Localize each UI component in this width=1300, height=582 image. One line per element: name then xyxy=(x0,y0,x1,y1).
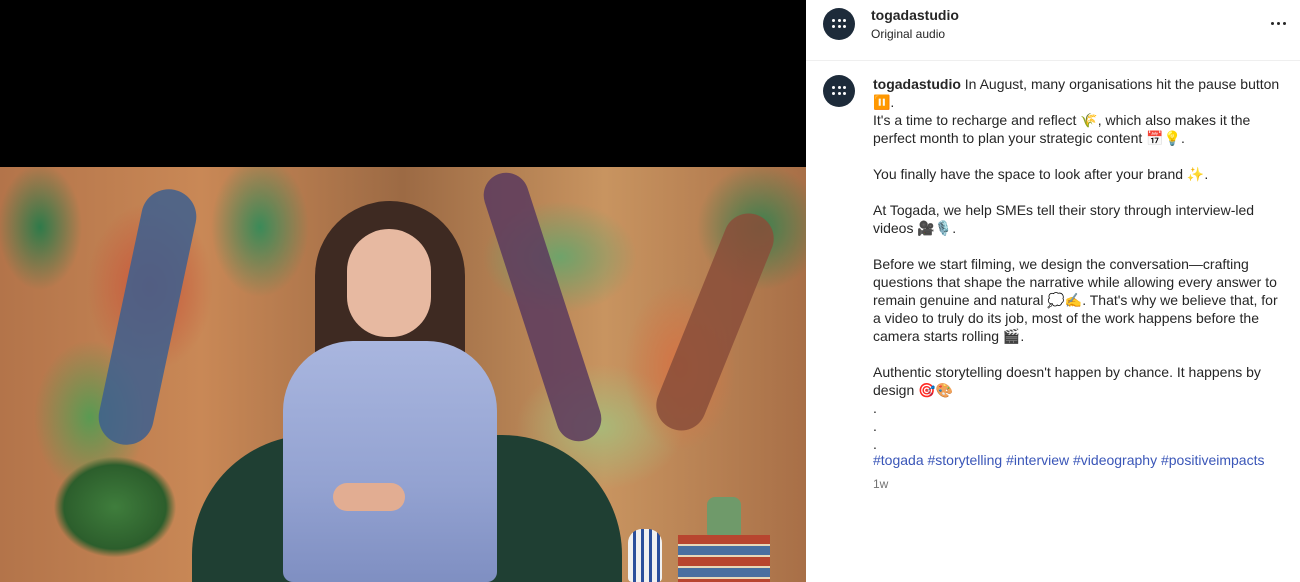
hashtag-link[interactable]: #positiveimpacts xyxy=(1161,452,1265,468)
media-pane xyxy=(0,0,806,582)
book-stack xyxy=(678,535,770,582)
speaker xyxy=(275,201,505,582)
avatar[interactable] xyxy=(823,8,855,40)
caption-text: In August, many organisations hit the pa… xyxy=(873,76,1280,452)
striped-vase xyxy=(628,529,662,582)
mural-trunk xyxy=(93,184,202,450)
caption-username[interactable]: togadastudio xyxy=(873,76,961,92)
hashtag-link[interactable]: #togada xyxy=(873,452,924,468)
post-timestamp[interactable]: 1w xyxy=(873,477,888,491)
post-sidebar: togadastudio Original audio togadastudio… xyxy=(806,0,1300,582)
plant-pot xyxy=(707,497,741,537)
more-horizontal-icon[interactable] xyxy=(1266,16,1290,30)
logo-dots xyxy=(832,19,846,29)
hashtag-link[interactable]: #videography xyxy=(1073,452,1157,468)
hashtag-link[interactable]: #storytelling xyxy=(928,452,1003,468)
caption: togadastudio In August, many organisatio… xyxy=(873,75,1283,453)
video-frame[interactable] xyxy=(0,167,806,582)
speaker-hand xyxy=(333,483,405,511)
plant-left xyxy=(30,437,200,582)
logo-dots xyxy=(832,86,846,96)
hashtag-link[interactable]: #interview xyxy=(1006,452,1069,468)
caption-avatar[interactable] xyxy=(823,75,855,107)
mural-trunk xyxy=(648,206,782,438)
post-header: togadastudio Original audio xyxy=(806,0,1300,61)
speaker-blouse xyxy=(283,341,497,582)
speaker-face xyxy=(347,229,431,337)
hashtag-list: #togada #storytelling #interview #videog… xyxy=(873,451,1293,469)
header-username[interactable]: togadastudio xyxy=(871,7,959,23)
audio-link[interactable]: Original audio xyxy=(871,27,945,41)
